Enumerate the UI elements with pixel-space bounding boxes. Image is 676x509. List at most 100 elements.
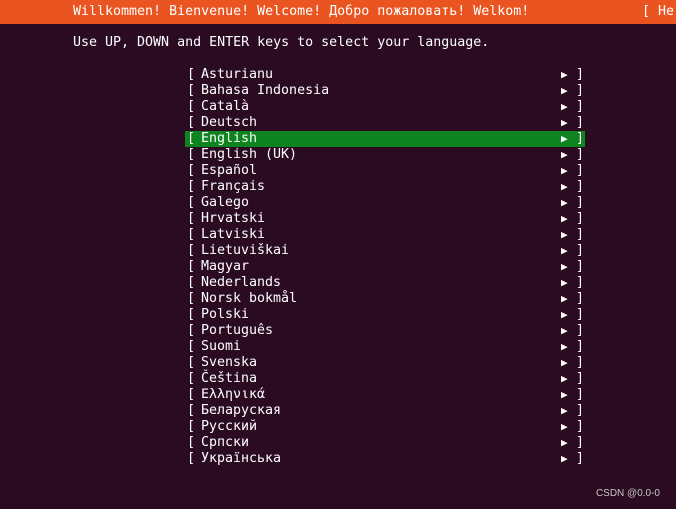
language-option[interactable]: [ Русский ▶]: [185, 419, 585, 435]
arrow-right-icon: ▶: [561, 452, 568, 465]
close-bracket: ]: [576, 371, 585, 386]
language-option[interactable]: [Español ▶]: [185, 163, 585, 179]
close-bracket: ]: [576, 419, 585, 434]
language-label: Lietuviškai: [201, 243, 290, 258]
language-label: Asturianu: [201, 67, 274, 82]
language-option[interactable]: [Hrvatski ▶]: [185, 211, 585, 227]
open-bracket: [: [187, 259, 196, 274]
header-bar: Willkommen! Bienvenue! Welcome! Добро по…: [0, 0, 676, 24]
language-option[interactable]: [English (UK) ▶]: [185, 147, 585, 163]
open-bracket: [: [187, 355, 196, 370]
arrow-right-icon: ▶: [561, 212, 568, 225]
language-label: Русский: [201, 419, 258, 434]
language-option[interactable]: [Čeština ▶]: [185, 371, 585, 387]
language-option[interactable]: [Asturianu ▶]: [185, 67, 585, 83]
watermark: CSDN @0.0-0: [595, 488, 660, 499]
language-label: Català: [201, 99, 250, 114]
language-option[interactable]: [ Català ▶]: [185, 99, 585, 115]
language-option[interactable]: [ Français ▶]: [185, 179, 585, 195]
language-label: Español: [201, 163, 258, 178]
arrow-right-icon: ▶: [561, 116, 568, 129]
language-label: Suomi: [201, 339, 242, 354]
arrow-right-icon: ▶: [561, 180, 568, 193]
open-bracket: [: [187, 83, 196, 98]
language-label: Bahasa Indonesia: [201, 83, 330, 98]
open-bracket: [: [187, 147, 196, 162]
language-option[interactable]: [Português ▶]: [185, 323, 585, 339]
open-bracket: [: [187, 179, 196, 194]
language-option[interactable]: [Српски ▶]: [185, 435, 585, 451]
arrow-right-icon: ▶: [561, 324, 568, 337]
language-label: English: [201, 131, 258, 146]
close-bracket: ]: [576, 339, 585, 354]
help-button[interactable]: [ He: [642, 3, 674, 21]
arrow-right-icon: ▶: [561, 308, 568, 321]
language-option[interactable]: [Polski ▶]: [185, 307, 585, 323]
language-option[interactable]: [Svenska ▶]: [185, 355, 585, 371]
arrow-right-icon: ▶: [561, 68, 568, 81]
instructions-text: Use UP, DOWN and ENTER keys to select yo…: [73, 35, 490, 50]
open-bracket: [: [187, 163, 196, 178]
language-option[interactable]: [Nederlands ▶]: [185, 275, 585, 291]
language-option[interactable]: [Latviski ▶]: [185, 227, 585, 243]
language-option[interactable]: [ Українська ▶]: [185, 451, 585, 467]
open-bracket: [: [187, 451, 196, 466]
language-label: Čeština: [201, 371, 258, 386]
language-option[interactable]: [Galego ▶]: [185, 195, 585, 211]
open-bracket: [: [187, 403, 196, 418]
open-bracket: [: [187, 195, 196, 210]
language-option[interactable]: [Ελληνικά ▶]: [185, 387, 585, 403]
arrow-right-icon: ▶: [561, 276, 568, 289]
language-option[interactable]: [ Suomi ▶]: [185, 339, 585, 355]
close-bracket: ]: [576, 451, 585, 466]
language-label: Українська: [201, 451, 282, 466]
open-bracket: [: [187, 387, 196, 402]
open-bracket: [: [187, 99, 196, 114]
arrow-right-icon: ▶: [561, 388, 568, 401]
open-bracket: [: [187, 275, 196, 290]
close-bracket: ]: [576, 227, 585, 242]
language-option[interactable]: [ Deutsch ▶]: [185, 115, 585, 131]
open-bracket: [: [187, 419, 196, 434]
open-bracket: [: [187, 115, 196, 130]
language-option[interactable]: [English ▶]: [185, 131, 585, 147]
open-bracket: [: [187, 435, 196, 450]
arrow-right-icon: ▶: [561, 404, 568, 417]
open-bracket: [: [187, 67, 196, 82]
open-bracket: [: [187, 211, 196, 226]
language-label: Deutsch: [201, 115, 258, 130]
open-bracket: [: [187, 291, 196, 306]
open-bracket: [: [187, 323, 196, 338]
arrow-right-icon: ▶: [561, 228, 568, 241]
close-bracket: ]: [576, 435, 585, 450]
language-label: Latviski: [201, 227, 266, 242]
language-label: Ελληνικά: [201, 387, 266, 402]
language-label: Hrvatski: [201, 211, 266, 226]
close-bracket: ]: [576, 179, 585, 194]
open-bracket: [: [187, 339, 196, 354]
arrow-right-icon: ▶: [561, 132, 568, 145]
arrow-right-icon: ▶: [561, 292, 568, 305]
arrow-right-icon: ▶: [561, 420, 568, 433]
close-bracket: ]: [576, 243, 585, 258]
arrow-right-icon: ▶: [561, 164, 568, 177]
close-bracket: ]: [576, 259, 585, 274]
language-option[interactable]: [Lietuviškai ▶]: [185, 243, 585, 259]
language-label: English (UK): [201, 147, 298, 162]
language-option[interactable]: [Bahasa Indonesia ▶]: [185, 83, 585, 99]
close-bracket: ]: [576, 99, 585, 114]
arrow-right-icon: ▶: [561, 372, 568, 385]
language-option[interactable]: [Magyar ▶]: [185, 259, 585, 275]
arrow-right-icon: ▶: [561, 100, 568, 113]
close-bracket: ]: [576, 115, 585, 130]
close-bracket: ]: [576, 291, 585, 306]
language-option[interactable]: [Беларуская ▶]: [185, 403, 585, 419]
welcome-title: Willkommen! Bienvenue! Welcome! Добро по…: [73, 4, 530, 19]
arrow-right-icon: ▶: [561, 436, 568, 449]
language-label: Français: [201, 179, 266, 194]
language-label: Galego: [201, 195, 250, 210]
arrow-right-icon: ▶: [561, 340, 568, 353]
close-bracket: ]: [576, 131, 585, 146]
language-option[interactable]: [Norsk bokmål ▶]: [185, 291, 585, 307]
open-bracket: [: [187, 243, 196, 258]
